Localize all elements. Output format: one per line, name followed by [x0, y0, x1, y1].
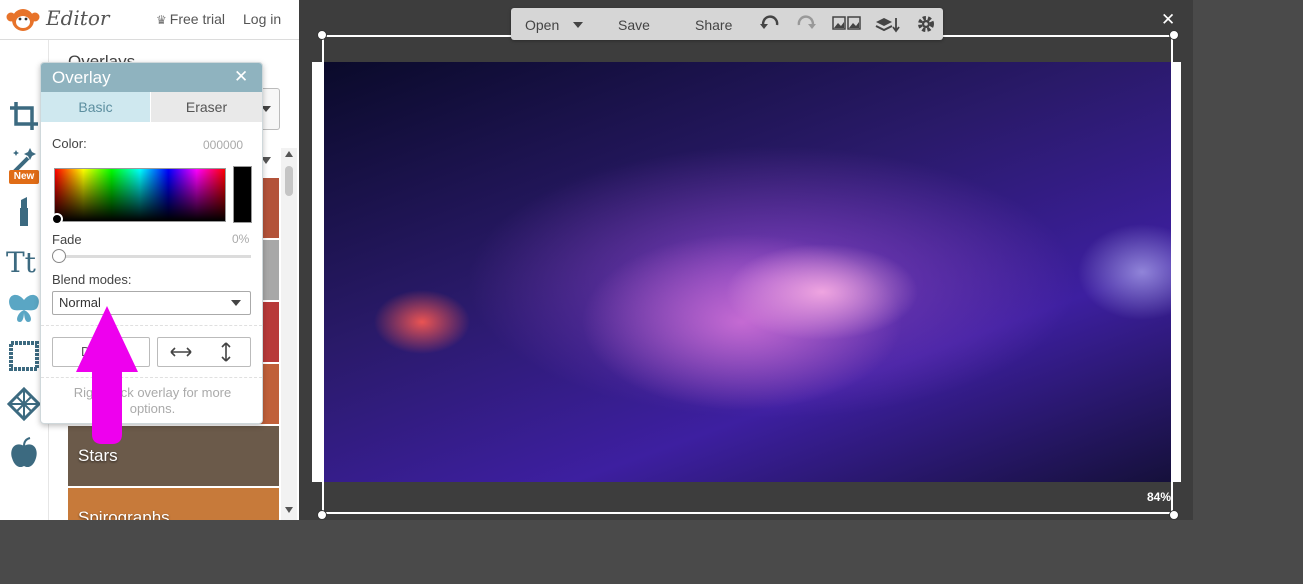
compare-images-icon[interactable]	[832, 15, 862, 33]
color-swatch[interactable]	[233, 166, 252, 223]
monkey-logo-icon[interactable]	[6, 7, 40, 33]
open-button[interactable]: Open	[525, 17, 559, 33]
new-badge: New	[9, 170, 39, 184]
lipstick-icon	[20, 197, 28, 226]
fade-value: 0%	[232, 232, 250, 246]
app-title: Editor	[46, 6, 110, 30]
flip-horizontal-button[interactable]	[157, 337, 205, 367]
apple-icon	[11, 437, 37, 468]
overlay-selection-frame[interactable]	[322, 35, 1173, 514]
panel-header[interactable]: Overlay ✕	[41, 63, 262, 92]
texture-icon	[6, 386, 42, 422]
color-spectrum-picker[interactable]	[54, 168, 226, 222]
arrows-horizontal-icon	[170, 347, 192, 357]
share-button[interactable]: Share	[695, 17, 732, 33]
panel-title: Overlay	[52, 68, 111, 87]
tab-eraser[interactable]: Eraser	[151, 92, 262, 122]
themes-tool[interactable]	[6, 436, 42, 472]
frames-tool[interactable]	[6, 338, 42, 374]
scroll-up-icon[interactable]	[285, 151, 293, 157]
textures-tool[interactable]	[6, 386, 42, 422]
save-button[interactable]: Save	[618, 17, 650, 33]
color-picker-handle[interactable]	[51, 213, 63, 225]
gear-icon[interactable]	[915, 15, 937, 33]
butterfly-icon	[9, 294, 39, 322]
login-link[interactable]: Log in	[243, 11, 281, 27]
color-hex-value[interactable]: 000000	[203, 138, 243, 152]
svg-text:Tt: Tt	[6, 246, 37, 278]
crown-icon: ♛	[156, 13, 167, 27]
scrollbar-track[interactable]	[281, 148, 297, 520]
arrows-vertical-icon	[221, 342, 231, 362]
text-icon: Tt	[6, 246, 37, 279]
fade-label: Fade	[52, 232, 82, 247]
flip-vertical-button[interactable]	[203, 337, 251, 367]
layers-icon[interactable]	[875, 15, 901, 33]
divider	[41, 377, 262, 378]
close-icon[interactable]: ✕	[1161, 10, 1175, 30]
chevron-down-icon[interactable]	[573, 22, 583, 28]
crop-icon	[10, 102, 38, 130]
overlay-thumbnail[interactable]: Spirographs	[68, 488, 279, 520]
annotation-arrow-icon	[76, 306, 138, 444]
redo-icon[interactable]	[795, 15, 817, 33]
thumbnail-label: Spirographs	[78, 508, 170, 520]
tab-basic[interactable]: Basic	[41, 92, 150, 122]
fade-slider-track[interactable]	[55, 255, 251, 258]
free-trial-label: Free trial	[169, 11, 225, 27]
touch-up-tool[interactable]	[6, 194, 42, 230]
fade-slider-handle[interactable]	[52, 249, 66, 263]
blend-modes-label: Blend modes:	[52, 272, 132, 287]
frame-icon	[9, 341, 39, 371]
resize-handle-bottom-right[interactable]	[1169, 510, 1179, 520]
overlays-tool[interactable]	[6, 290, 42, 326]
scrollbar-thumb[interactable]	[285, 166, 293, 196]
divider	[41, 325, 262, 326]
top-toolbar: Open Save Share	[511, 8, 943, 40]
free-trial-link[interactable]: ♛ Free trial	[156, 11, 225, 27]
scroll-down-icon[interactable]	[285, 507, 293, 513]
zoom-level: 84%	[1147, 490, 1172, 504]
color-label: Color:	[52, 136, 87, 151]
thumbnail-label: Stars	[78, 446, 118, 465]
overlay-panel: Overlay ✕ Basic Eraser Color: 000000 Fad…	[40, 62, 263, 424]
crop-tool[interactable]	[6, 98, 42, 134]
top-bar: Editor ♛ Free trial Log in	[0, 0, 299, 40]
text-tool[interactable]: Tt	[6, 242, 42, 279]
close-icon[interactable]: ✕	[234, 67, 248, 87]
resize-handle-top-left[interactable]	[317, 30, 327, 40]
resize-handle-bottom-left[interactable]	[317, 510, 327, 520]
resize-handle-top-right[interactable]	[1169, 30, 1179, 40]
undo-icon[interactable]	[759, 15, 781, 33]
